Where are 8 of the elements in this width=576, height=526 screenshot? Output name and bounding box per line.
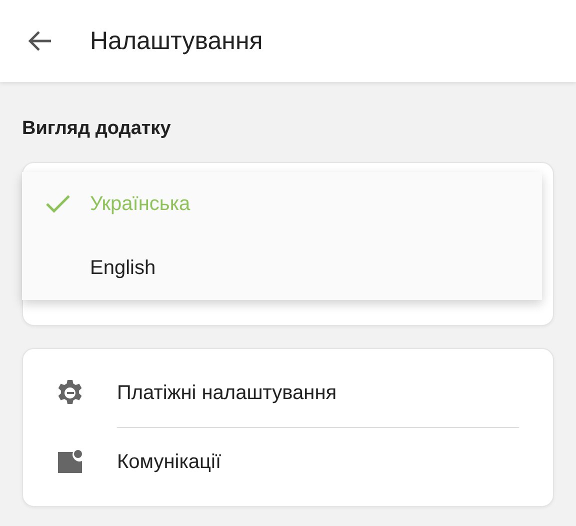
settings-item[interactable]: Комунікації	[23, 428, 553, 496]
language-option[interactable]: English	[22, 236, 542, 300]
note-icon	[57, 449, 83, 475]
section-title: Вигляд додатку	[22, 118, 172, 140]
checkmark-icon	[45, 194, 71, 214]
page-title: Налаштування	[90, 26, 263, 56]
gear-icon	[56, 379, 84, 407]
settings-item[interactable]: Платіжні налаштування	[23, 359, 553, 427]
